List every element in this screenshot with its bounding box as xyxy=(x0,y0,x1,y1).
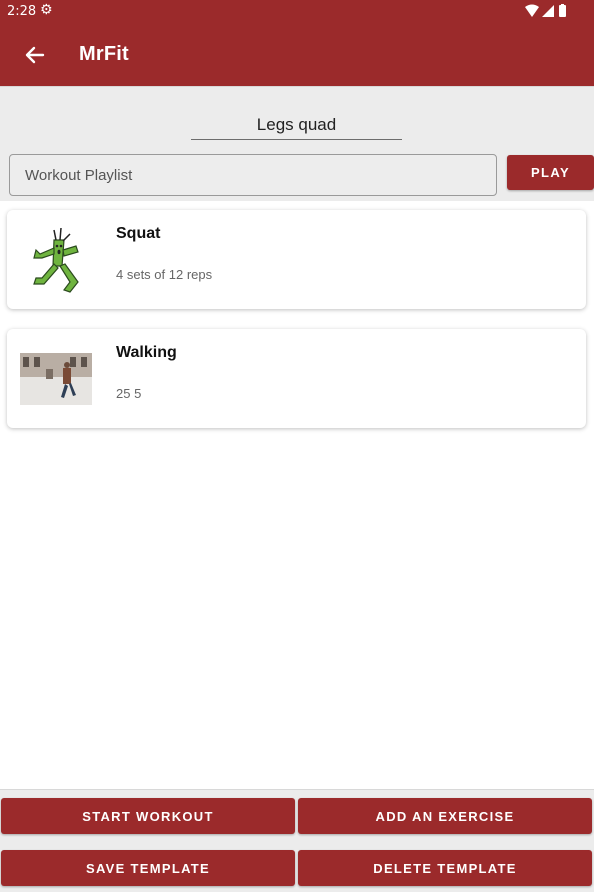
back-button[interactable] xyxy=(20,40,50,70)
status-time: 2:28 xyxy=(7,4,37,19)
exercise-card[interactable]: Walking 25 5 xyxy=(7,329,586,428)
exercise-detail: 25 5 xyxy=(116,386,142,401)
signal-icon xyxy=(542,5,554,17)
save-template-button[interactable]: SAVE TEMPLATE xyxy=(1,850,295,886)
arrow-left-icon xyxy=(25,46,45,64)
template-name-input[interactable]: Legs quad xyxy=(191,107,402,140)
battery-icon xyxy=(559,5,566,17)
delete-template-button[interactable]: DELETE TEMPLATE xyxy=(298,850,592,886)
start-workout-button[interactable]: START WORKOUT xyxy=(1,798,295,834)
app-bar: MrFit xyxy=(0,24,594,86)
exercise-name: Walking xyxy=(116,344,177,361)
gear-icon: ⚙ xyxy=(40,2,53,18)
status-bar: 2:28 ⚙ xyxy=(0,0,594,24)
walking-man-photo xyxy=(20,353,92,405)
exercise-detail: 4 sets of 12 reps xyxy=(116,267,213,282)
cactus-figure-image xyxy=(33,227,79,293)
status-icons xyxy=(525,4,566,17)
workout-playlist-input[interactable]: Workout Playlist xyxy=(9,154,497,196)
action-bar: START WORKOUT ADD AN EXERCISE SAVE TEMPL… xyxy=(0,789,594,892)
wifi-icon xyxy=(525,4,539,17)
exercise-card[interactable]: Squat 4 sets of 12 reps xyxy=(7,210,586,309)
exercise-name: Squat xyxy=(116,225,161,242)
play-button[interactable]: PLAY xyxy=(507,155,594,190)
screen: 2:28 ⚙ MrFit Legs quad Workout Playlist … xyxy=(0,0,594,892)
template-header: Legs quad Workout Playlist PLAY xyxy=(0,86,594,201)
add-exercise-button[interactable]: ADD AN EXERCISE xyxy=(298,798,592,834)
app-title: MrFit xyxy=(79,43,129,65)
